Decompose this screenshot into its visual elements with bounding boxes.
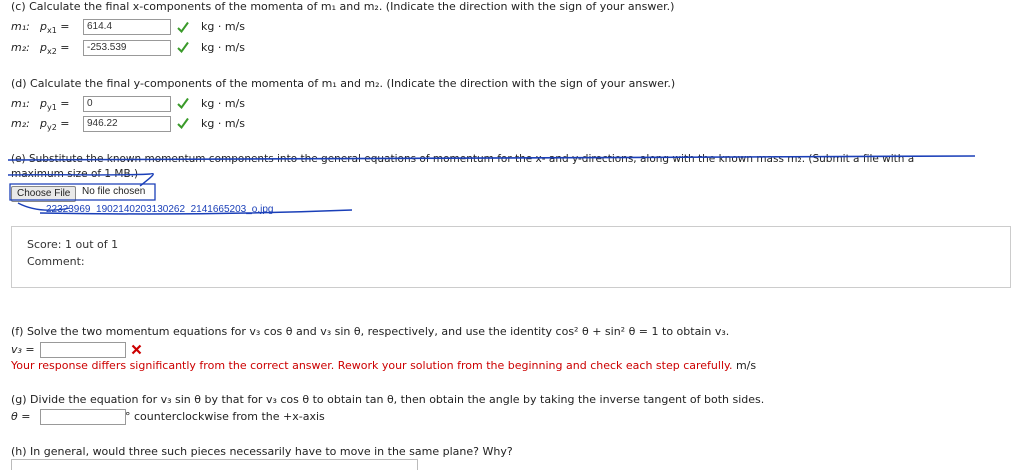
choose-file-button[interactable]: Choose File — [11, 186, 77, 202]
part-e-prompt-line1: (e) Substitute the known momentum compon… — [11, 153, 915, 165]
part-c-row2-symbol: px2 = — [40, 41, 70, 57]
px2-input[interactable]: -253.539 — [83, 40, 171, 56]
comment-label: Comment: — [27, 255, 85, 268]
incorrect-x-icon — [131, 344, 142, 355]
part-c-row2-unit: kg · m/s — [201, 41, 245, 54]
theta-unit: ° counterclockwise from the +x-axis — [125, 410, 325, 423]
correct-check-icon — [177, 117, 189, 129]
theta-input[interactable] — [40, 409, 126, 425]
theta-label: θ = — [11, 410, 31, 423]
part-d-prompt: (d) Calculate the final y-components of … — [11, 77, 676, 90]
no-file-chosen-label: No file chosen — [82, 186, 146, 197]
part-c-row1-symbol: px1 = — [40, 20, 70, 36]
uploaded-filename-link[interactable]: 22323969_1902140203130262_2141665203_o.j… — [46, 204, 273, 215]
part-d-row1-mass: m₁: — [11, 97, 30, 110]
part-c-row1-unit: kg · m/s — [201, 20, 245, 33]
part-h-prompt: (h) In general, would three such pieces … — [11, 445, 513, 458]
v3-label: v₃ = — [11, 343, 35, 356]
part-f-prompt: (f) Solve the two momentum equations for… — [11, 325, 730, 338]
correct-check-icon — [177, 41, 189, 53]
score-panel: Score: 1 out of 1 Comment: — [11, 226, 1011, 288]
v3-input[interactable] — [40, 342, 126, 358]
part-e-prompt-line2: maximum size of 1 MB.) — [11, 168, 139, 180]
score-text: Score: 1 out of 1 — [27, 238, 119, 251]
correct-check-icon — [177, 97, 189, 109]
correct-check-icon — [177, 21, 189, 33]
part-c-row2-mass: m₂: — [11, 41, 30, 54]
py2-input[interactable]: 946.22 — [83, 116, 171, 132]
px1-input[interactable]: 614.4 — [83, 19, 171, 35]
part-c-row1-mass: m₁: — [11, 20, 30, 33]
part-h-answer-box[interactable] — [11, 459, 418, 470]
part-c-prompt: (c) Calculate the final x-components of … — [11, 0, 675, 13]
py1-input[interactable]: 0 — [83, 96, 171, 112]
part-d-row2-unit: kg · m/s — [201, 117, 245, 130]
part-d-row2-mass: m₂: — [11, 117, 30, 130]
feedback-unit: m/s — [735, 359, 757, 372]
part-d-row2-symbol: py2 = — [40, 117, 70, 133]
part-d-row1-symbol: py1 = — [40, 97, 70, 113]
part-g-prompt: (g) Divide the equation for v₃ sin θ by … — [11, 393, 765, 406]
part-d-row1-unit: kg · m/s — [201, 97, 245, 110]
feedback-message: Your response differs significantly from… — [11, 359, 757, 372]
